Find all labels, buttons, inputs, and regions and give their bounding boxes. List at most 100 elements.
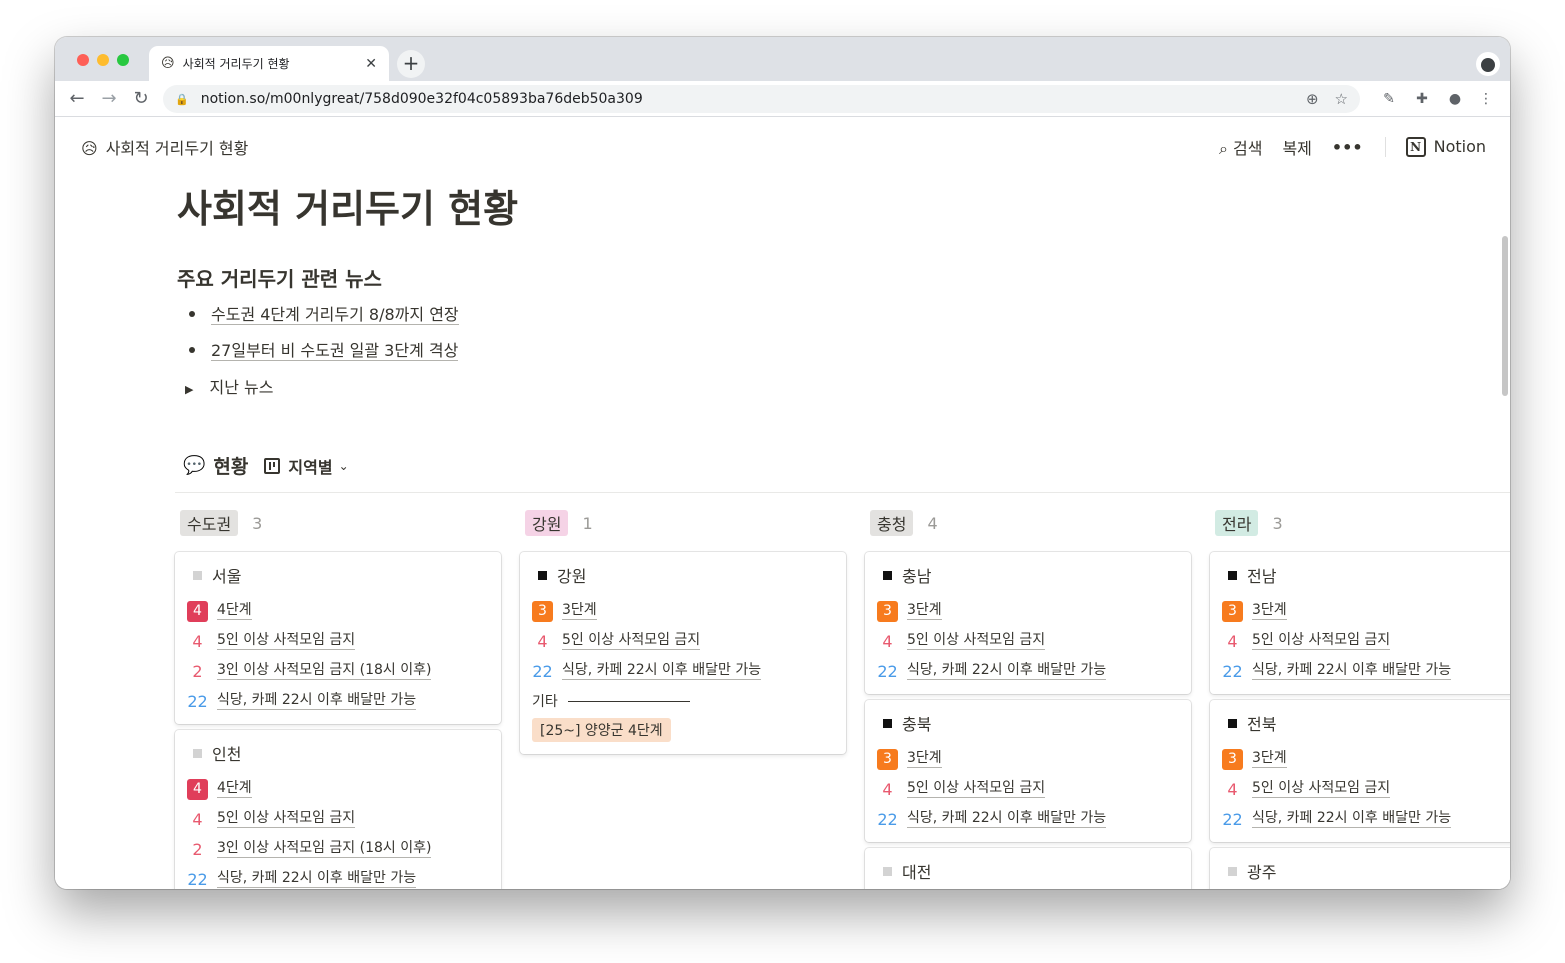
board-card[interactable]: 광주 <box>1210 848 1510 889</box>
rule-row: 22 식당, 카페 22시 이후 배달만 가능 <box>532 656 834 686</box>
rule-text[interactable]: 5인 이상 사적모임 금지 <box>1252 632 1391 650</box>
card-title-text: 충북 <box>902 715 932 734</box>
past-news-toggle[interactable]: ▶ 지난 뉴스 <box>185 374 273 398</box>
forward-button[interactable]: → <box>97 87 121 111</box>
search-button[interactable]: ⌕ 검색 <box>1219 135 1263 159</box>
board-card[interactable]: 전남 3 3단계 4 5인 이상 사적모임 금지 22 식당, 카페 22시 이후 배달만 … <box>1210 552 1510 694</box>
column-tag[interactable]: 강원 <box>525 510 569 536</box>
tab-close-icon[interactable]: ✕ <box>365 56 377 72</box>
column-tag[interactable]: 전라 <box>1215 510 1259 536</box>
kebab-menu-icon[interactable]: ⋮ <box>1475 88 1497 110</box>
card-title-text: 서울 <box>212 567 242 586</box>
card-title: 충북 <box>877 712 1179 734</box>
rule-text[interactable]: 5인 이상 사적모임 금지 <box>907 780 1046 798</box>
level-label[interactable]: 3단계 <box>1252 602 1287 620</box>
search-label: 검색 <box>1233 139 1263 158</box>
board-column-header: 강원 1 <box>525 510 593 536</box>
puzzle-icon[interactable]: ✚ <box>1411 88 1433 110</box>
card-title: 대전 <box>877 860 1179 882</box>
avatar[interactable]: ● <box>1444 88 1466 110</box>
page-icon <box>1228 718 1237 728</box>
rule-number: 4 <box>882 631 893 651</box>
board-card[interactable]: 충북 3 3단계 4 5인 이상 사적모임 금지 22 식당, 카페 22시 이후 배달만 … <box>865 700 1191 842</box>
page-icon <box>883 718 892 728</box>
rule-number: 4 <box>192 631 203 651</box>
rule-row: 2 3인 이상 사적모임 금지 (18시 이후) <box>187 834 489 864</box>
rule-text[interactable]: 3인 이상 사적모임 금지 (18시 이후) <box>217 840 432 858</box>
minimize-window-button[interactable] <box>97 54 109 66</box>
level-label[interactable]: 4단계 <box>217 602 252 620</box>
maximize-window-button[interactable] <box>117 54 129 66</box>
more-options-icon[interactable]: ••• <box>1332 138 1363 157</box>
rule-text[interactable]: 5인 이상 사적모임 금지 <box>1252 780 1391 798</box>
chevron-down-icon[interactable]: ⌄ <box>339 459 349 473</box>
reload-button[interactable]: ↻ <box>129 87 153 111</box>
level-label[interactable]: 3단계 <box>562 602 597 620</box>
rule-text[interactable]: 5인 이상 사적모임 금지 <box>217 810 356 828</box>
duplicate-button[interactable]: 복제 <box>1282 135 1311 159</box>
lock-icon[interactable]: 🔒 <box>175 93 189 106</box>
rule-number: 4 <box>192 809 203 829</box>
news-heading[interactable]: 주요 거리두기 관련 뉴스 <box>177 263 382 292</box>
rule-text[interactable]: 3인 이상 사적모임 금지 (18시 이후) <box>217 662 432 680</box>
rule-row: 4 5인 이상 사적모임 금지 <box>1222 774 1510 804</box>
rule-row: 22 식당, 카페 22시 이후 배달만 가능 <box>1222 804 1510 834</box>
rule-row: 22 식당, 카페 22시 이후 배달만 가능 <box>877 656 1179 686</box>
bookmark-star-icon[interactable]: ☆ <box>1335 90 1348 108</box>
rule-row: 4 5인 이상 사적모임 금지 <box>877 626 1179 656</box>
search-icon: ⌕ <box>1218 139 1228 158</box>
zoom-icon[interactable]: ⊕ <box>1306 90 1319 108</box>
address-bar[interactable]: 🔒 notion.so/m00nlygreat/758d090e32f04c05… <box>163 85 1360 113</box>
rule-text[interactable]: 식당, 카페 22시 이후 배달만 가능 <box>217 692 417 710</box>
rule-text[interactable]: 5인 이상 사적모임 금지 <box>907 632 1046 650</box>
breadcrumb[interactable]: 😥 사회적 거리두기 현황 <box>81 135 248 159</box>
page-title[interactable]: 사회적 거리두기 현황 <box>177 178 518 233</box>
notion-home-button[interactable]: N Notion <box>1405 137 1486 158</box>
rule-text[interactable]: 식당, 카페 22시 이후 배달만 가능 <box>1252 810 1452 828</box>
browser-tab[interactable]: 😥 사회적 거리두기 현황 ✕ <box>149 46 389 81</box>
board-view-icon[interactable] <box>264 457 281 474</box>
tab-search-button[interactable] <box>1476 52 1500 76</box>
board-card[interactable]: 강원 3 3단계 4 5인 이상 사적모임 금지 22 식당, 카페 22시 이후 배달만 … <box>520 552 846 754</box>
back-button[interactable]: ← <box>65 87 89 111</box>
rule-text[interactable]: 5인 이상 사적모임 금지 <box>562 632 701 650</box>
board-card[interactable]: 서울 4 4단계 4 5인 이상 사적모임 금지 2 3인 이상 사적모임 금지 (18시 … <box>175 552 501 724</box>
column-tag[interactable]: 충청 <box>870 510 914 536</box>
card-title: 서울 <box>187 564 489 586</box>
toggle-triangle-icon[interactable]: ▶ <box>185 383 193 396</box>
page-scrollbar[interactable] <box>1502 236 1508 396</box>
board-card[interactable]: 대전 <box>865 848 1191 889</box>
board-card[interactable]: 전북 3 3단계 4 5인 이상 사적모임 금지 22 식당, 카페 22시 이후 배달만 … <box>1210 700 1510 842</box>
news-link[interactable]: 27일부터 비 수도권 일괄 3단계 격상 <box>211 341 459 361</box>
page-icon <box>1228 866 1237 876</box>
level-badge: 3 <box>1222 748 1243 770</box>
level-label[interactable]: 3단계 <box>907 602 942 620</box>
rule-number: 22 <box>1222 661 1243 681</box>
rule-text[interactable]: 식당, 카페 22시 이후 배달만 가능 <box>217 870 417 888</box>
column-count: 3 <box>1272 513 1283 533</box>
level-row: 3 3단계 <box>1222 744 1510 774</box>
browser-toolbar: ← → ↻ 🔒 notion.so/m00nlygreat/758d090e32… <box>55 81 1510 117</box>
extension-icon[interactable]: ✎ <box>1378 88 1400 110</box>
page-emoji-icon: 😥 <box>81 139 98 158</box>
rule-text[interactable]: 5인 이상 사적모임 금지 <box>217 632 356 650</box>
view-selector[interactable]: 지역별 <box>288 454 332 478</box>
level-label[interactable]: 3단계 <box>907 750 942 768</box>
level-label[interactable]: 4단계 <box>217 780 252 798</box>
level-label[interactable]: 3단계 <box>1252 750 1287 768</box>
rule-number: 4 <box>1227 779 1238 799</box>
rule-text[interactable]: 식당, 카페 22시 이후 배달만 가능 <box>907 662 1107 680</box>
news-link[interactable]: 수도권 4단계 거리두기 8/8까지 연장 <box>211 305 459 325</box>
rule-text[interactable]: 식당, 카페 22시 이후 배달만 가능 <box>1252 662 1452 680</box>
database-title[interactable]: 현황 <box>213 452 248 479</box>
new-tab-button[interactable]: + <box>397 50 425 78</box>
board-card[interactable]: 충남 3 3단계 4 5인 이상 사적모임 금지 22 식당, 카페 22시 이후 배달만 … <box>865 552 1191 694</box>
close-window-button[interactable] <box>77 54 89 66</box>
rule-text[interactable]: 식당, 카페 22시 이후 배달만 가능 <box>562 662 762 680</box>
board-card[interactable]: 인천 4 4단계 4 5인 이상 사적모임 금지 2 3인 이상 사적모임 금지 (18시 … <box>175 730 501 889</box>
rule-text[interactable]: 식당, 카페 22시 이후 배달만 가능 <box>907 810 1107 828</box>
level-row: 3 3단계 <box>877 596 1179 626</box>
column-tag[interactable]: 수도권 <box>180 510 239 536</box>
url-text[interactable]: notion.so/m00nlygreat/758d090e32f04c0589… <box>201 91 1290 107</box>
misc-tag[interactable]: [25~] 양양군 4단계 <box>532 718 671 742</box>
